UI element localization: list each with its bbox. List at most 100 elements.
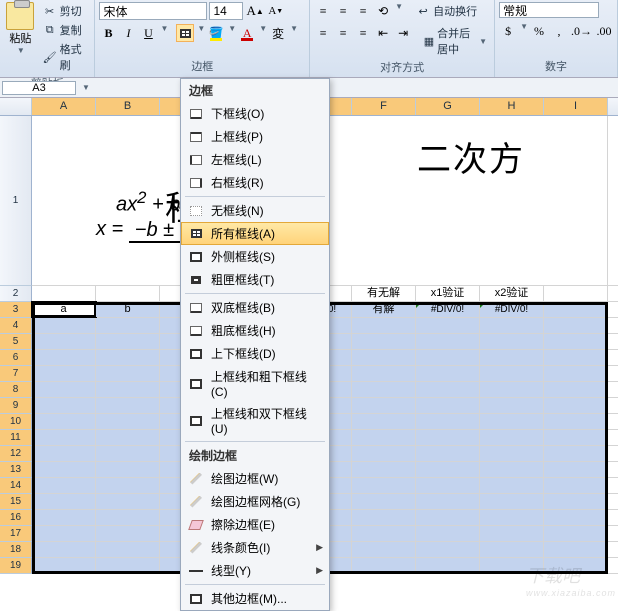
align-top-button[interactable]: ≡ xyxy=(314,2,332,20)
row-header[interactable]: 19 xyxy=(0,558,32,574)
row-header[interactable]: 10 xyxy=(0,414,32,430)
align-group-label: 对齐方式 xyxy=(314,58,490,76)
select-all-corner[interactable] xyxy=(0,98,32,115)
number-group-label: 数字 xyxy=(499,57,613,75)
row-header[interactable]: 11 xyxy=(0,430,32,446)
menu-item-left[interactable]: 左框线(L) xyxy=(181,148,329,171)
col-header[interactable]: I xyxy=(544,98,608,115)
menu-item-thickbot[interactable]: 粗底框线(H) xyxy=(181,319,329,342)
row-header[interactable]: 4 xyxy=(0,318,32,334)
align-middle-button[interactable]: ≡ xyxy=(334,2,352,20)
menu-item-topthick[interactable]: 上框线和粗下框线(C) xyxy=(181,365,329,402)
indent-dec-button[interactable]: ⇤ xyxy=(374,24,392,42)
border-type-icon xyxy=(190,132,202,142)
menu-item-erase[interactable]: 擦除边框(E) xyxy=(181,513,329,536)
row-header[interactable]: 18 xyxy=(0,542,32,558)
row-header[interactable]: 6 xyxy=(0,350,32,366)
row-header[interactable]: 13 xyxy=(0,462,32,478)
menu-item-all[interactable]: 所有框线(A) xyxy=(181,222,329,245)
menu-item-top[interactable]: 上框线(P) xyxy=(181,125,329,148)
wrap-text-button[interactable]: ↩自动换行 xyxy=(413,2,480,20)
orientation-button[interactable]: ⟲ xyxy=(374,2,392,20)
menu-item-bottom[interactable]: 下框线(O) xyxy=(181,102,329,125)
wrap-icon: ↩ xyxy=(416,4,430,18)
inc-decimal-button[interactable]: .0→ xyxy=(570,22,593,40)
border-type-icon xyxy=(190,416,202,426)
pencil-icon xyxy=(190,473,202,485)
menu-item-thick[interactable]: 粗匣框线(T) xyxy=(181,268,329,291)
merge-icon: ▦ xyxy=(424,34,434,48)
indent-inc-button[interactable]: ⇥ xyxy=(394,24,412,42)
copy-button[interactable]: ⧉复制 xyxy=(40,21,91,39)
row-header[interactable]: 8 xyxy=(0,382,32,398)
align-left-button[interactable]: ≡ xyxy=(314,24,332,42)
row-header[interactable]: 2 xyxy=(0,286,32,302)
border-button[interactable] xyxy=(176,24,194,42)
pencil-icon xyxy=(190,542,202,554)
border-type-icon xyxy=(190,109,202,119)
format-painter-button[interactable]: 🖌格式刷 xyxy=(40,40,91,74)
row-header[interactable]: 7 xyxy=(0,366,32,382)
row-header[interactable]: 14 xyxy=(0,478,32,494)
active-cell[interactable]: a xyxy=(32,302,96,317)
font-size-input[interactable] xyxy=(209,2,243,20)
font-name-input[interactable] xyxy=(99,2,207,20)
border-type-icon xyxy=(190,326,202,336)
line-icon xyxy=(189,570,203,572)
bold-button[interactable]: B xyxy=(99,24,117,42)
comma-button[interactable]: , xyxy=(550,22,568,40)
error-indicator-icon xyxy=(480,302,486,308)
col-header[interactable]: H xyxy=(480,98,544,115)
menu-item-none[interactable]: 无框线(N) xyxy=(181,199,329,222)
align-right-button[interactable]: ≡ xyxy=(354,24,372,42)
percent-button[interactable]: % xyxy=(530,22,548,40)
align-center-button[interactable]: ≡ xyxy=(334,24,352,42)
col-header[interactable]: F xyxy=(352,98,416,115)
col-header[interactable]: G xyxy=(416,98,480,115)
menu-item-more[interactable]: 其他边框(M)... xyxy=(181,587,329,610)
cut-button[interactable]: ✂剪切 xyxy=(40,2,91,20)
row-headers: 1 2 3 4 5 6 7 8 9 10 11 12 13 14 15 16 1… xyxy=(0,116,32,574)
row-header[interactable]: 15 xyxy=(0,494,32,510)
col-header[interactable]: B xyxy=(96,98,160,115)
row-header[interactable]: 9 xyxy=(0,398,32,414)
menu-item-topdbl[interactable]: 上框线和双下框线(U) xyxy=(181,402,329,439)
border-type-icon xyxy=(190,303,202,313)
col-header[interactable]: A xyxy=(32,98,96,115)
menu-item-out[interactable]: 外侧框线(S) xyxy=(181,245,329,268)
menu-item-draw[interactable]: 绘图边框(W) xyxy=(181,467,329,490)
menu-item-grid[interactable]: 绘图边框网格(G) xyxy=(181,490,329,513)
fill-color-button[interactable]: 🪣 xyxy=(207,24,225,42)
merge-center-button[interactable]: ▦合并后居中▼ xyxy=(421,24,490,58)
row-header[interactable]: 3 xyxy=(0,302,32,318)
menu-item-color[interactable]: 线条颜色(I)▶ xyxy=(181,536,329,559)
dec-decimal-button[interactable]: .00 xyxy=(595,22,613,40)
name-box-input[interactable] xyxy=(2,81,76,95)
row-header[interactable]: 12 xyxy=(0,446,32,462)
row-header[interactable]: 1 xyxy=(0,116,32,286)
paste-button[interactable]: 粘贴 ▼ xyxy=(4,2,37,74)
border-type-icon xyxy=(190,379,202,389)
italic-button[interactable]: I xyxy=(119,24,137,42)
row-header[interactable]: 16 xyxy=(0,510,32,526)
row-header[interactable]: 17 xyxy=(0,526,32,542)
font-color-button[interactable]: A xyxy=(238,24,256,42)
underline-button[interactable]: U xyxy=(139,24,157,42)
menu-item-style[interactable]: 线型(Y)▶ xyxy=(181,559,329,582)
border-dropdown-menu: 边框 下框线(O)上框线(P)左框线(L)右框线(R)无框线(N)所有框线(A)… xyxy=(180,78,330,611)
shrink-font-button[interactable]: A▼ xyxy=(267,2,285,20)
border-type-icon xyxy=(191,229,202,238)
paste-icon xyxy=(6,2,34,30)
menu-item-dblbot[interactable]: 双底框线(B) xyxy=(181,296,329,319)
menu-item-right[interactable]: 右框线(R) xyxy=(181,171,329,194)
ribbon: 粘贴 ▼ ✂剪切 ⧉复制 🖌格式刷 剪贴板 A▲ A▼ B I U▼ xyxy=(0,0,618,78)
row-header[interactable]: 5 xyxy=(0,334,32,350)
grow-font-button[interactable]: A▲ xyxy=(245,2,264,20)
copy-icon: ⧉ xyxy=(43,23,57,37)
phonetic-button[interactable]: 変 xyxy=(269,24,287,42)
align-bottom-button[interactable]: ≡ xyxy=(354,2,372,20)
currency-button[interactable]: $ xyxy=(499,22,517,40)
number-format-select[interactable] xyxy=(499,2,599,18)
menu-separator xyxy=(185,196,325,197)
menu-item-topbot[interactable]: 上下框线(D) xyxy=(181,342,329,365)
